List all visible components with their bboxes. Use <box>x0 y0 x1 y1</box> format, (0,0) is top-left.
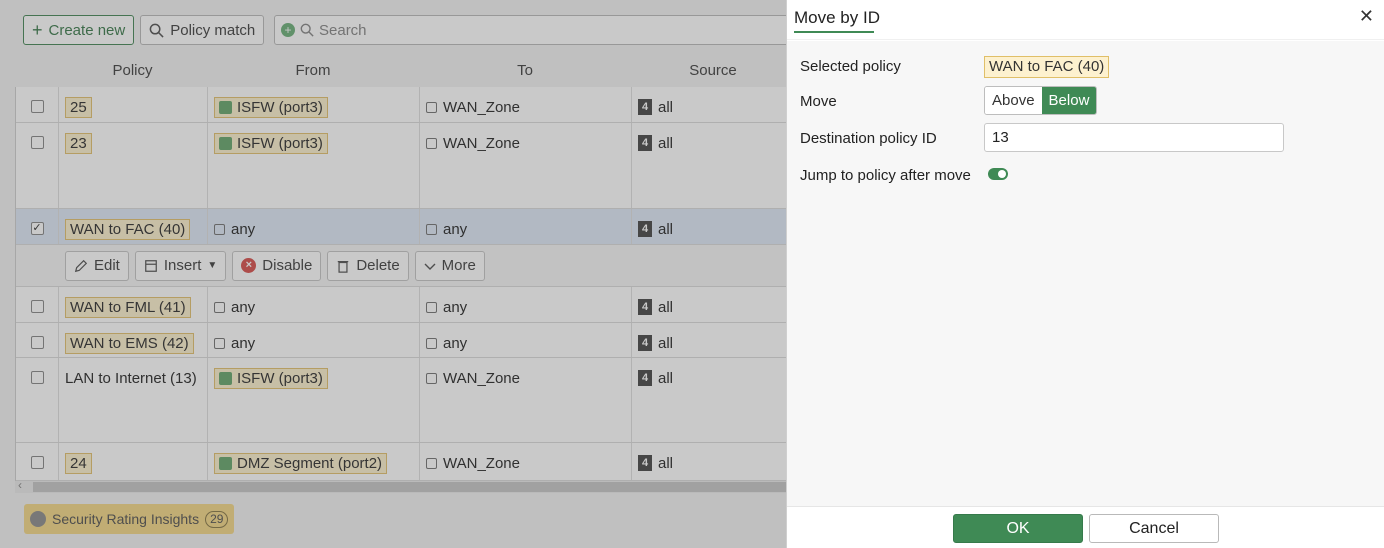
jump-to-policy-toggle[interactable] <box>988 168 1008 180</box>
move-by-id-dialog: Move by ID ✕ Selected policy WAN to FAC … <box>786 0 1384 548</box>
move-below-option[interactable]: Below <box>1041 87 1097 114</box>
destination-policy-label: Destination policy ID <box>800 130 937 147</box>
move-position-toggle: Above Below <box>984 86 1098 115</box>
title-underline <box>794 31 874 33</box>
close-icon[interactable]: ✕ <box>1359 7 1374 25</box>
dialog-body: Selected policy WAN to FAC (40) Move Abo… <box>787 41 1384 506</box>
ok-button[interactable]: OK <box>953 514 1083 543</box>
modal-backdrop <box>0 0 786 548</box>
cancel-button[interactable]: Cancel <box>1089 514 1219 543</box>
move-above-option[interactable]: Above <box>985 87 1042 114</box>
toggle-knob <box>998 170 1006 178</box>
jump-to-policy-label: Jump to policy after move <box>800 167 971 184</box>
dialog-title: Move by ID <box>794 8 880 27</box>
selected-policy-label: Selected policy <box>800 58 901 75</box>
dialog-footer: OK Cancel <box>787 506 1384 548</box>
selected-policy-value: WAN to FAC (40) <box>984 56 1110 78</box>
destination-policy-input[interactable] <box>984 123 1284 152</box>
move-label: Move <box>800 93 837 110</box>
